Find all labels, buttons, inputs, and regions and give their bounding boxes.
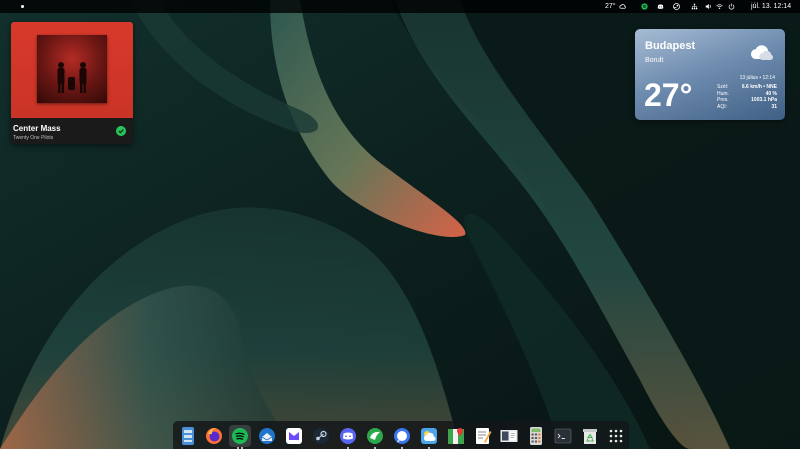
dock-item-thunderbird[interactable] <box>256 425 278 447</box>
weather-temperature: 27° <box>644 77 693 113</box>
steam-tray-icon[interactable] <box>673 3 680 10</box>
signal-icon <box>394 428 410 444</box>
updates-tray-icon[interactable] <box>691 3 698 10</box>
dock-item-trash[interactable] <box>579 425 601 447</box>
weather-stats: Szél: 6.6 km/h • NNE Hum. 40 % Pres. 1003.1… <box>717 84 777 110</box>
dock-item-steam[interactable] <box>310 425 332 447</box>
files-icon <box>182 427 194 445</box>
discord-tray-icon[interactable] <box>657 3 664 10</box>
dock-item-calculator[interactable] <box>525 425 547 447</box>
dock-item-firefox[interactable] <box>203 425 225 447</box>
power-icon[interactable] <box>728 3 735 10</box>
dock-item-discord[interactable] <box>337 425 359 449</box>
top-panel: 27° júl. 13. 12:14 <box>0 0 800 13</box>
app-grid-icon <box>609 429 623 443</box>
weather-app-icon <box>421 428 437 444</box>
weather-city: Budapest <box>645 40 696 52</box>
dock-item-text-editor[interactable] <box>472 425 494 447</box>
track-title: Center Mass <box>13 124 61 133</box>
dock-item-weather[interactable] <box>418 425 440 449</box>
trash-icon <box>583 429 597 444</box>
thunderbird-icon <box>259 428 275 444</box>
album-art[interactable] <box>37 35 107 103</box>
weather-condition: Borult <box>645 57 664 64</box>
steam-icon <box>313 428 329 444</box>
dock-item-maps[interactable] <box>445 425 467 447</box>
volume-icon[interactable] <box>705 3 712 10</box>
evolution-icon <box>367 428 383 444</box>
panel-clock[interactable]: júl. 13. 12:14 <box>751 0 791 13</box>
aqi-row: AQI: 31 <box>717 104 777 111</box>
dock-item-ebook-reader[interactable] <box>498 425 520 447</box>
maps-icon <box>448 428 464 444</box>
aqi-value: 31 <box>771 103 777 110</box>
dock-item-spotify[interactable] <box>229 425 251 449</box>
aqi-label: AQI: <box>717 103 728 110</box>
weather-cloud-icon <box>750 45 773 60</box>
cloud-icon[interactable] <box>619 3 626 10</box>
dock-item-proton-mail[interactable] <box>283 425 305 447</box>
dock-item-signal[interactable] <box>391 425 413 449</box>
terminal-icon <box>554 428 572 444</box>
check-circle-icon[interactable] <box>116 126 126 136</box>
activities-indicator[interactable] <box>21 5 24 8</box>
album-art-figures <box>57 62 87 93</box>
discord-icon <box>340 428 356 444</box>
spotify-icon <box>232 428 248 444</box>
firefox-icon <box>206 428 222 444</box>
calculator-icon <box>530 427 542 445</box>
dock-item-files[interactable] <box>177 425 199 447</box>
ebook-reader-icon <box>500 430 518 442</box>
track-artist: Twenty One Pilots <box>13 135 54 141</box>
panel-temperature[interactable]: 27° <box>605 0 616 13</box>
music-player-widget[interactable]: Center Mass Twenty One Pilots <box>11 22 133 144</box>
dock-item-app-grid[interactable] <box>605 425 627 447</box>
dock-item-evolution[interactable] <box>364 425 386 449</box>
proton-mail-icon <box>286 428 302 444</box>
wifi-icon[interactable] <box>716 3 723 10</box>
spotify-tray-icon[interactable] <box>641 3 648 10</box>
text-editor-icon <box>476 428 492 444</box>
dock <box>173 421 629 449</box>
weather-date: 13 július • 12:14 <box>739 75 775 81</box>
dock-item-terminal[interactable] <box>552 425 574 447</box>
